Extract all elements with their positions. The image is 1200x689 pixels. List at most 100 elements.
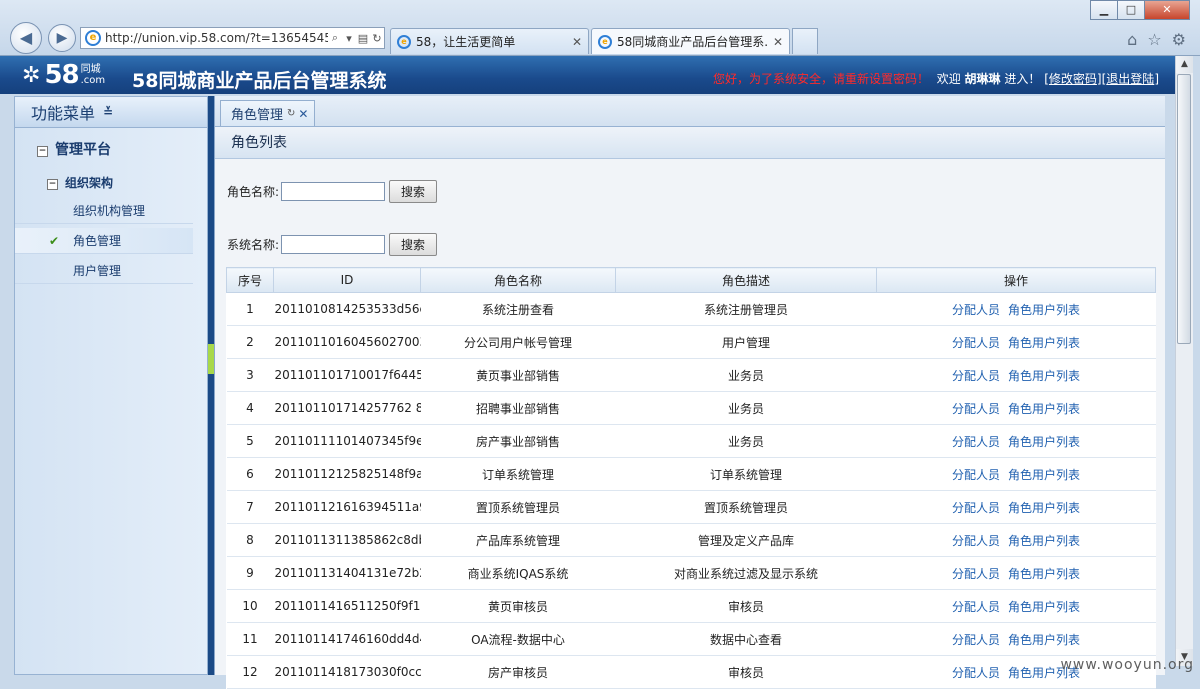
sidebar-item-org-management[interactable]: 组织机构管理 [15, 198, 193, 224]
home-icon[interactable]: ⌂ [1127, 30, 1137, 49]
assign-members-link[interactable]: 分配人员 [952, 336, 1000, 350]
tree-root-admin[interactable]: − 管理平台 [37, 139, 111, 159]
compat-view-icon[interactable]: ▤ [356, 32, 370, 45]
role-users-list-link[interactable]: 角色用户列表 [1008, 435, 1080, 449]
collapse-icon[interactable]: − [47, 179, 58, 190]
role-users-list-link[interactable]: 角色用户列表 [1008, 600, 1080, 614]
sidebar-item-user-management[interactable]: 用户管理 [15, 258, 193, 284]
cell-role-desc: 用户管理 [615, 325, 877, 359]
cell-id: 2011010814253533d56ed7 [273, 292, 421, 326]
dropdown-icon[interactable]: ▾ [342, 32, 356, 45]
back-button[interactable]: ◀ [10, 22, 42, 54]
security-warning: 您好，为了系统安全，请重新设置密码！ [713, 72, 930, 86]
close-icon[interactable]: ✕ [298, 107, 308, 121]
favorites-star-icon[interactable]: ☆ [1147, 30, 1161, 49]
role-name-input[interactable] [281, 182, 386, 201]
assign-members-link[interactable]: 分配人员 [952, 567, 1000, 581]
cell-role-name: 产品库系统管理 [420, 523, 616, 557]
col-header-actions[interactable]: 操作 [876, 267, 1156, 293]
sidebar-item-label: 组织机构管理 [73, 204, 146, 218]
collapse-icon[interactable]: − [37, 146, 48, 157]
cell-actions: 分配人员 角色用户列表 [876, 292, 1156, 326]
table-row: 12011010814253533d56ed7系统注册查看系统注册管理员分配人员… [226, 292, 1156, 326]
assign-members-link[interactable]: 分配人员 [952, 435, 1000, 449]
table-row: 620110112125825148f9a76订单系统管理订单系统管理分配人员角… [226, 457, 1156, 491]
cell-no: 10 [226, 589, 274, 623]
close-icon[interactable]: ✕ [572, 35, 582, 49]
arrow-right-icon: ▶ [56, 30, 68, 46]
browser-tab-admin[interactable]: e 58同城商业产品后台管理系... ✕ [591, 28, 790, 54]
cell-role-name: 黄页事业部销售 [420, 358, 616, 392]
cell-id: 20110111101407345f9e56 [273, 424, 421, 458]
tree-group-org[interactable]: − 组织架构 [47, 174, 113, 191]
system-search-button[interactable]: 搜索 [389, 233, 438, 256]
window-controls: ▁ □ ✕ [1090, 0, 1190, 20]
browser-tab-58home[interactable]: e 58，让生活更简单 ✕ [390, 28, 589, 54]
role-users-list-link[interactable]: 角色用户列表 [1008, 402, 1080, 416]
table-row: 9201101131404131e72b2be商业系统IQAS系统对商业系统过滤… [226, 556, 1156, 590]
cell-role-name: 系统注册查看 [420, 292, 616, 326]
change-password-link[interactable]: 修改密码 [1049, 72, 1097, 86]
col-header-no[interactable]: 序号 [226, 267, 274, 293]
cell-actions: 分配人员 角色用户列表 [876, 622, 1156, 656]
address-url[interactable]: http://union.vip.58.com/?t=13654545 [105, 31, 328, 45]
cell-role-desc: 业务员 [615, 391, 877, 425]
cell-id: 201101121616394511a99c [273, 490, 421, 524]
sidebar-header[interactable]: 功能菜单 ≚ [15, 97, 207, 128]
role-users-list-link[interactable]: 角色用户列表 [1008, 369, 1080, 383]
role-users-list-link[interactable]: 角色用户列表 [1008, 567, 1080, 581]
role-users-list-link[interactable]: 角色用户列表 [1008, 468, 1080, 482]
close-icon[interactable]: ✕ [773, 35, 783, 49]
cell-actions: 分配人员 角色用户列表 [876, 556, 1156, 590]
checkmark-icon: ✔ [49, 234, 60, 248]
role-search-button[interactable]: 搜索 [389, 180, 438, 203]
search-icon[interactable]: ⌕ [328, 31, 342, 45]
assign-members-link[interactable]: 分配人员 [952, 468, 1000, 482]
minimize-button[interactable]: ▁ [1090, 0, 1118, 20]
refresh-icon[interactable]: ↻ [370, 32, 384, 45]
forward-button[interactable]: ▶ [48, 24, 76, 52]
assign-members-link[interactable]: 分配人员 [952, 303, 1000, 317]
welcome-text: 欢迎 [936, 72, 961, 86]
cell-id: 201101101710017f6445f2 [273, 358, 421, 392]
window-close-button[interactable]: ✕ [1144, 0, 1190, 20]
assign-members-link[interactable]: 分配人员 [952, 666, 1000, 680]
cell-id: 201101101604560270039b [273, 325, 421, 359]
col-header-role-desc[interactable]: 角色描述 [615, 267, 877, 293]
role-users-list-link[interactable]: 角色用户列表 [1008, 303, 1080, 317]
col-header-id[interactable]: ID [273, 267, 421, 293]
assign-members-link[interactable]: 分配人员 [952, 534, 1000, 548]
cell-no: 9 [226, 556, 274, 590]
gear-icon[interactable]: ⚙ [1172, 30, 1186, 49]
scroll-up-icon[interactable]: ▲ [1176, 56, 1193, 73]
scrollbar-thumb[interactable] [1177, 74, 1191, 344]
sidebar: 功能菜单 ≚ − 管理平台 − 组织架构 组织机构管理 ✔ 角色管理 用户管理 [14, 96, 208, 675]
tab-role-management[interactable]: 角色管理 ↻ ✕ [220, 100, 316, 126]
logout-link[interactable]: 退出登陆 [1106, 72, 1154, 86]
assign-members-link[interactable]: 分配人员 [952, 369, 1000, 383]
role-users-list-link[interactable]: 角色用户列表 [1008, 336, 1080, 350]
col-header-role-name[interactable]: 角色名称 [420, 267, 616, 293]
assign-members-link[interactable]: 分配人员 [952, 600, 1000, 614]
role-users-list-link[interactable]: 角色用户列表 [1008, 534, 1080, 548]
new-tab-button[interactable] [792, 28, 818, 54]
ie-tab-icon: e [598, 34, 612, 49]
page-scrollbar[interactable]: ▲ ▼ [1175, 56, 1193, 666]
assign-members-link[interactable]: 分配人员 [952, 633, 1000, 647]
role-users-list-link[interactable]: 角色用户列表 [1008, 633, 1080, 647]
cell-role-name: 商业系统IQAS系统 [420, 556, 616, 590]
system-name-input[interactable] [281, 235, 386, 254]
cell-id: 2011011416511250f9f1d6 [273, 589, 421, 623]
chevron-down-icon[interactable]: ≚ [103, 105, 113, 119]
logo-com: .com [80, 75, 106, 86]
sidebar-item-role-management[interactable]: ✔ 角色管理 [15, 228, 193, 254]
assign-members-link[interactable]: 分配人员 [952, 501, 1000, 515]
refresh-icon[interactable]: ↻ [287, 108, 295, 119]
tree-group-label: 组织架构 [65, 176, 114, 190]
maximize-button[interactable]: □ [1117, 0, 1145, 20]
assign-members-link[interactable]: 分配人员 [952, 402, 1000, 416]
cell-role-desc: 审核员 [615, 589, 877, 623]
role-users-list-link[interactable]: 角色用户列表 [1008, 501, 1080, 515]
address-bar[interactable]: e http://union.vip.58.com/?t=13654545 ⌕ … [80, 27, 385, 49]
table-row: 82011011311385862c8dbc8产品库系统管理管理及定义产品库分配… [226, 523, 1156, 557]
